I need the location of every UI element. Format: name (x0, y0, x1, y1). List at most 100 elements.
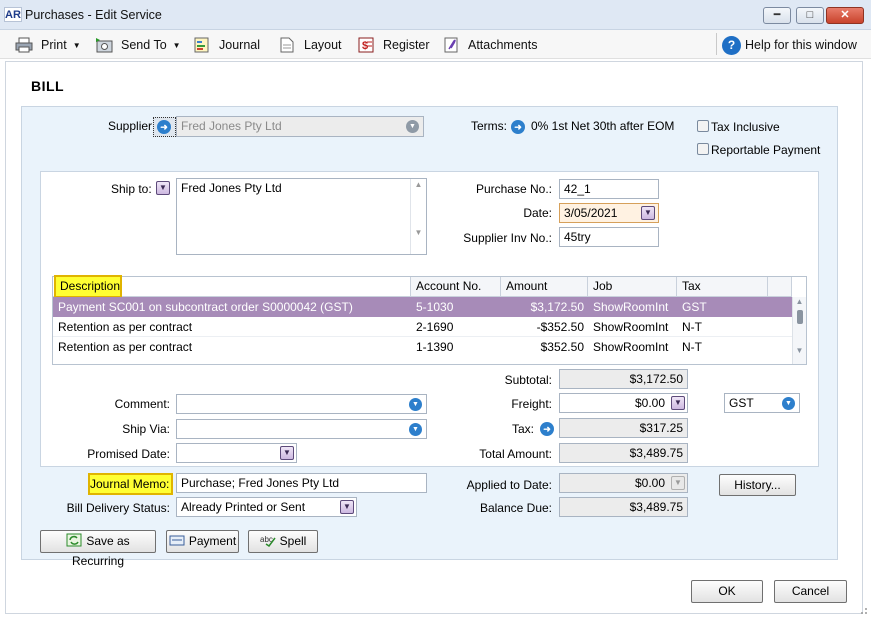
cell-amount[interactable]: $3,172.50 (501, 297, 588, 317)
title-bar: AR Purchases - Edit Service ━ □ ✕ (0, 0, 871, 30)
recurring-icon (66, 533, 82, 547)
cell-account[interactable]: 2-1690 (411, 317, 501, 337)
ship-via-label: Ship Via: (122, 422, 170, 436)
promised-date-field[interactable] (176, 443, 297, 463)
supplier-label: Supplier: (108, 119, 156, 133)
print-button[interactable]: Print ▼ (15, 36, 81, 54)
bill-delivery-dropdown-icon[interactable]: ▼ (340, 500, 354, 514)
supplier-inv-field[interactable]: 45try (559, 227, 659, 247)
cell-job[interactable]: ShowRoomInt (588, 317, 677, 337)
comment-field[interactable] (176, 394, 427, 414)
ship-to-scrollbar[interactable]: ▲ ▼ (410, 179, 426, 254)
calendar-dropdown-icon[interactable]: ▼ (280, 446, 294, 460)
chevron-down-icon: ▼ (172, 40, 181, 50)
tax-inclusive-checkbox[interactable] (697, 120, 709, 132)
tax-arrow-icon[interactable]: ➜ (540, 422, 554, 436)
send-to-label: Send To (121, 38, 167, 52)
cell-job[interactable]: ShowRoomInt (588, 297, 677, 317)
column-header-account[interactable]: Account No. (411, 277, 501, 297)
send-to-button[interactable]: Send To ▼ (95, 36, 181, 54)
cell-tax[interactable]: N-T (677, 337, 768, 357)
supplier-inv-value: 45try (564, 230, 591, 244)
payment-icon (169, 535, 185, 546)
close-button[interactable]: ✕ (826, 7, 864, 24)
column-header-job[interactable]: Job (588, 277, 677, 297)
freight-tax-code-value: GST (729, 396, 754, 410)
table-row[interactable]: Payment SC001 on subcontract order S0000… (53, 297, 792, 317)
arrow-right-icon: ➜ (157, 120, 171, 134)
promised-date-label: Promised Date: (87, 447, 170, 461)
tax-code-dropdown-icon[interactable]: ▼ (782, 397, 795, 410)
cell-description[interactable]: Retention as per contract (53, 337, 411, 357)
supplier-dropdown-icon[interactable]: ▼ (406, 120, 419, 133)
cell-amount[interactable]: $352.50 (501, 337, 588, 357)
terms-arrow-icon[interactable]: ➜ (511, 120, 525, 134)
ship-via-field[interactable] (176, 419, 427, 439)
cell-account[interactable]: 5-1030 (411, 297, 501, 317)
applied-to-date-field: $0.00 (559, 473, 688, 493)
purchase-no-field[interactable]: 42_1 (559, 179, 659, 199)
ship-via-dropdown-icon[interactable]: ▼ (409, 423, 422, 436)
supplier-lookup-button[interactable]: ➜ (153, 117, 176, 137)
journal-button[interactable]: Journal (193, 36, 260, 54)
resize-grip-icon[interactable] (858, 605, 868, 615)
ok-button[interactable]: OK (691, 580, 763, 603)
cell-description[interactable]: Retention as per contract (53, 317, 411, 337)
cell-account[interactable]: 1-1390 (411, 337, 501, 357)
toolbar-divider (716, 33, 717, 55)
cell-job[interactable]: ShowRoomInt (588, 337, 677, 357)
spell-button[interactable]: abc Spell (248, 530, 318, 553)
ship-to-value: Fred Jones Pty Ltd (181, 181, 282, 195)
help-button[interactable]: ? Help for this window (722, 35, 857, 55)
tax-inclusive-label: Tax Inclusive (711, 120, 780, 134)
table-scrollbar[interactable]: ▲ ▼ (792, 297, 806, 364)
tax-label: Tax: (511, 422, 534, 436)
cell-tax[interactable]: N-T (677, 317, 768, 337)
total-amount-value: $3,489.75 (559, 443, 688, 463)
supplier-inv-label: Supplier Inv No.: (463, 231, 552, 245)
page-title: BILL (31, 78, 65, 94)
bill-delivery-value: Already Printed or Sent (181, 500, 306, 514)
bill-delivery-label: Bill Delivery Status: (66, 501, 170, 515)
freight-dropdown-icon[interactable]: ▼ (671, 396, 685, 410)
spell-label: Spell (279, 534, 307, 548)
minimize-button[interactable]: ━ (763, 7, 791, 24)
ship-to-dropdown-icon[interactable]: ▼ (156, 181, 170, 195)
history-button[interactable]: History... (719, 474, 796, 496)
column-header-spacer (768, 277, 792, 297)
send-to-icon (96, 38, 113, 53)
register-button[interactable]: $ Register (357, 36, 430, 54)
cell-amount[interactable]: -$352.50 (501, 317, 588, 337)
printer-icon (15, 37, 33, 53)
column-header-tax[interactable]: Tax (677, 277, 768, 297)
balance-due-value: $3,489.75 (559, 497, 688, 517)
layout-button[interactable]: Layout (278, 36, 342, 54)
ship-to-textarea[interactable]: Fred Jones Pty Ltd (176, 178, 427, 255)
scrollbar-thumb[interactable] (796, 310, 803, 324)
reportable-payment-checkbox[interactable] (697, 143, 709, 155)
bill-delivery-field[interactable]: Already Printed or Sent (176, 497, 357, 517)
payment-button[interactable]: Payment (166, 530, 239, 553)
cancel-button[interactable]: Cancel (774, 580, 847, 603)
purchase-no-label: Purchase No.: (475, 182, 552, 196)
table-row[interactable]: Retention as per contract 1-1390 $352.50… (53, 337, 792, 357)
supplier-field[interactable]: Fred Jones Pty Ltd (176, 116, 424, 137)
freight-field[interactable]: $0.00 (559, 393, 688, 413)
app-logo: AR (4, 7, 22, 22)
cell-description[interactable]: Payment SC001 on subcontract order S0000… (53, 297, 411, 317)
attachments-button[interactable]: Attachments (442, 36, 537, 54)
table-row[interactable]: Retention as per contract 2-1690 -$352.5… (53, 317, 792, 337)
applied-to-date-value: $0.00 (634, 476, 665, 490)
attachments-label: Attachments (468, 38, 538, 52)
subtotal-value: $3,172.50 (559, 369, 688, 389)
calendar-dropdown-icon[interactable]: ▼ (641, 206, 655, 220)
comment-dropdown-icon[interactable]: ▼ (409, 398, 422, 411)
cell-tax[interactable]: GST (677, 297, 768, 317)
description-header-label: Description (54, 275, 122, 298)
column-header-description[interactable]: Description (53, 275, 411, 298)
journal-memo-field[interactable]: Purchase; Fred Jones Pty Ltd (176, 473, 427, 493)
journal-label: Journal (219, 38, 260, 52)
save-as-recurring-button[interactable]: Save as Recurring (40, 530, 156, 568)
maximize-button[interactable]: □ (796, 7, 824, 24)
column-header-amount[interactable]: Amount (501, 277, 588, 297)
